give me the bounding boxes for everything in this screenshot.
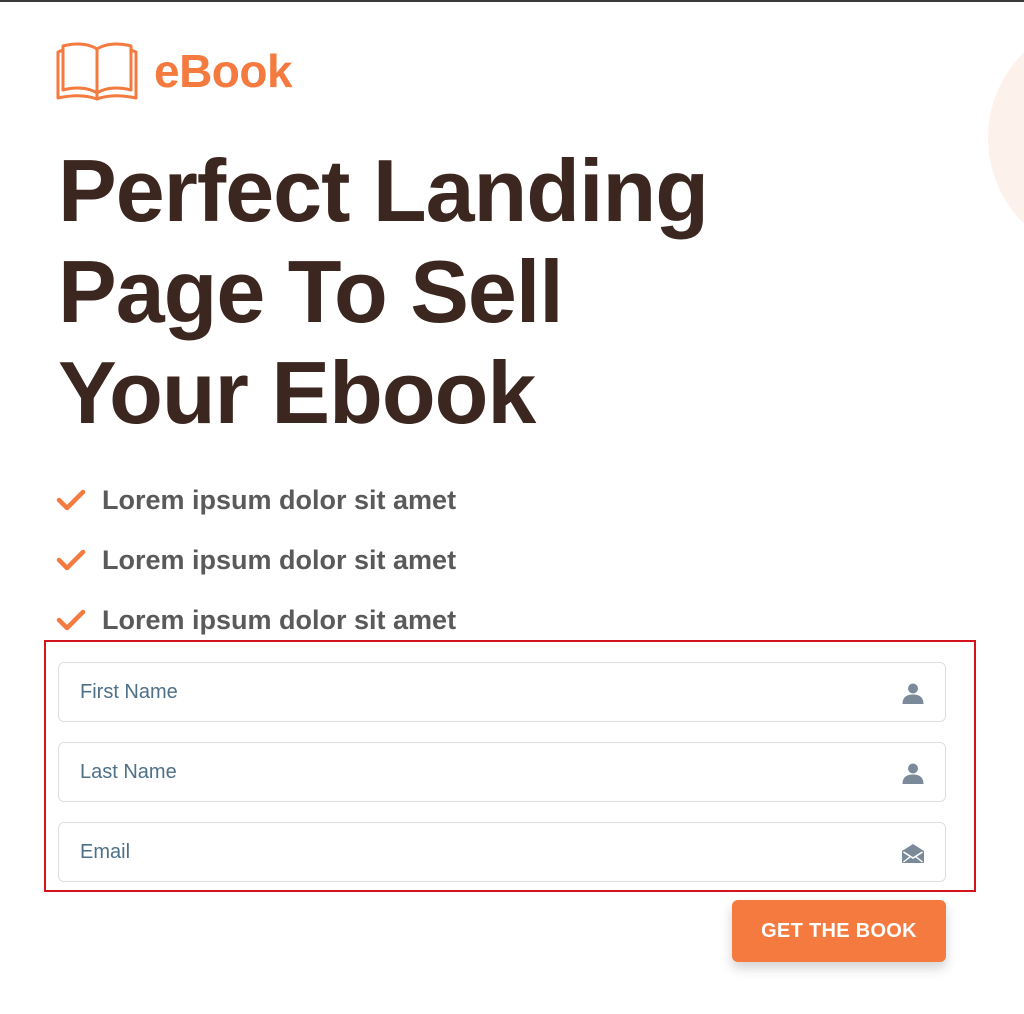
feature-item: Lorem ipsum dolor sit amet bbox=[56, 530, 456, 590]
feature-label: Lorem ipsum dolor sit amet bbox=[102, 544, 457, 575]
first-name-field[interactable] bbox=[58, 662, 946, 722]
envelope-icon bbox=[902, 844, 924, 863]
email-field[interactable] bbox=[58, 822, 946, 882]
last-name-field[interactable] bbox=[58, 742, 946, 802]
signup-form-highlight bbox=[44, 640, 976, 892]
page-title: Perfect Landing Page To Sell Your Ebook bbox=[58, 140, 818, 443]
feature-label: Lorem ipsum dolor sit amet bbox=[102, 484, 457, 515]
headline-line: Perfect Landing bbox=[58, 141, 709, 240]
get-the-book-button[interactable]: GET THE BOOK bbox=[732, 900, 946, 962]
brand-name: eBook bbox=[154, 45, 293, 97]
first-name-input[interactable] bbox=[59, 663, 945, 721]
headline-line: Your Ebook bbox=[58, 343, 536, 442]
check-icon bbox=[56, 609, 86, 631]
last-name-input[interactable] bbox=[59, 743, 945, 801]
feature-item: Lorem ipsum dolor sit amet bbox=[56, 470, 456, 530]
feature-label: Lorem ipsum dolor sit amet bbox=[102, 604, 457, 635]
user-icon bbox=[902, 683, 924, 704]
check-icon bbox=[56, 489, 86, 511]
feature-list: Lorem ipsum dolor sit amet Lorem ipsum d… bbox=[56, 470, 456, 650]
landing-page: eBook Perfect Landing Page To Sell Your … bbox=[0, 0, 1024, 1014]
decorative-circle bbox=[988, 18, 1024, 258]
user-icon bbox=[902, 763, 924, 784]
email-input[interactable] bbox=[59, 823, 945, 881]
check-icon bbox=[56, 549, 86, 571]
headline-line: Page To Sell bbox=[58, 242, 564, 341]
top-border bbox=[0, 0, 1024, 2]
brand-logo[interactable]: eBook bbox=[56, 40, 293, 102]
open-book-icon bbox=[56, 42, 138, 101]
